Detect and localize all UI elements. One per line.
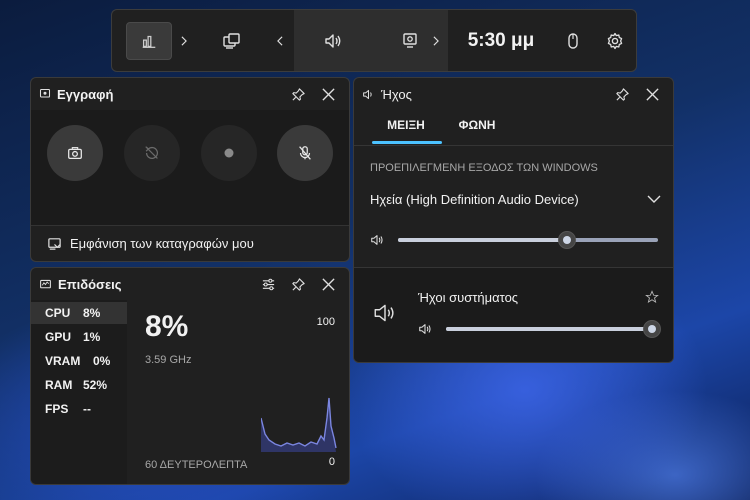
start-recording-button[interactable] xyxy=(201,125,257,181)
volume-icon xyxy=(371,235,383,245)
graph-axis-min: 0 xyxy=(328,456,335,468)
cpu-usage-graph xyxy=(261,397,337,452)
stat-value: 0% xyxy=(93,354,111,368)
chevron-right-icon[interactable] xyxy=(174,10,194,71)
mic-toggle-button[interactable] xyxy=(277,125,333,181)
system-sounds-label: Ήχοι συστήματος xyxy=(418,290,519,305)
stat-value: -- xyxy=(83,402,91,416)
audio-tabs: ΜΕΙΞΗ ΦΩΝΗ xyxy=(354,110,673,146)
record-panel: Εγγραφή Εμφάνιση των καταγραφών μου xyxy=(30,77,350,262)
system-sounds-icon xyxy=(374,304,394,322)
gear-icon xyxy=(607,32,623,49)
default-output-label: ΠΡΟΕΠΙΛΕΓΜΕΝΗ ΕΞΟΔΟΣ ΤΩΝ WINDOWS xyxy=(370,162,598,174)
slider-thumb[interactable] xyxy=(558,231,576,249)
stat-row-cpu[interactable]: CPU 8% xyxy=(31,302,127,324)
pin-icon xyxy=(615,87,629,101)
performance-panel: Επιδόσεις CPU 8% GPU 1% VRAM 0% RAM 52% FPS -… xyxy=(30,267,350,485)
performance-options-button[interactable] xyxy=(255,271,281,297)
close-icon xyxy=(321,277,335,291)
pin-button[interactable] xyxy=(609,81,635,107)
stat-row-fps[interactable]: FPS -- xyxy=(31,398,127,420)
widget-menu-button[interactable] xyxy=(126,10,172,71)
stat-value: 8% xyxy=(83,306,101,320)
close-button[interactable] xyxy=(315,271,341,297)
stat-label: CPU xyxy=(45,306,71,320)
record-widget-icon xyxy=(39,88,51,98)
divider xyxy=(354,145,673,146)
tab-mix[interactable]: ΜΕΙΞΗ xyxy=(372,110,440,140)
slider-fill xyxy=(446,327,652,331)
audio-title: Ήχος xyxy=(381,86,412,102)
performance-title: Επιδόσεις xyxy=(58,276,122,292)
tab-voice[interactable]: ΦΩΝΗ xyxy=(450,110,504,140)
screenshot-button[interactable] xyxy=(47,125,103,181)
stat-row-ram[interactable]: RAM 52% xyxy=(31,374,127,396)
sliders-icon xyxy=(262,278,274,290)
tab-underline xyxy=(372,141,442,144)
monitor-icon xyxy=(403,32,417,48)
clock: 5:30 μμ xyxy=(460,10,542,71)
performance-widget-icon xyxy=(40,279,51,288)
record-title: Εγγραφή xyxy=(57,86,114,102)
volume-icon xyxy=(419,324,431,334)
stat-value: 52% xyxy=(83,378,108,392)
settings-button[interactable] xyxy=(600,10,630,71)
output-device-dropdown[interactable]: Ηχεία (High Definition Audio Device) xyxy=(370,186,662,212)
mouse-button[interactable] xyxy=(558,10,588,71)
capture-widget-icon xyxy=(223,32,240,49)
output-device-value: Ηχεία (High Definition Audio Device) xyxy=(370,191,579,207)
graph-axis-max: 100 xyxy=(316,316,335,328)
close-button[interactable] xyxy=(639,81,665,107)
stat-label: FPS xyxy=(45,402,69,416)
show-captures-label: Εμφάνιση των καταγραφών μου xyxy=(70,235,254,251)
record-last-30s-button[interactable] xyxy=(124,125,180,181)
game-bar-toolbar: 5:30 μμ xyxy=(111,9,637,72)
pin-icon xyxy=(291,277,305,291)
stat-label: VRAM xyxy=(45,354,81,368)
audio-widget-button[interactable] xyxy=(294,10,372,71)
home-widget-icon xyxy=(126,21,172,60)
pin-button[interactable] xyxy=(285,271,311,297)
close-button[interactable] xyxy=(315,81,341,107)
chevron-down-icon xyxy=(647,195,661,203)
stat-label: RAM xyxy=(45,378,73,392)
slider-fill xyxy=(398,238,567,242)
pin-button[interactable] xyxy=(285,81,311,107)
stat-value: 1% xyxy=(83,330,101,344)
performance-header: Επιδόσεις xyxy=(31,268,349,300)
close-icon xyxy=(645,87,659,101)
chevron-left-icon[interactable] xyxy=(270,10,290,71)
system-volume-slider[interactable] xyxy=(446,317,661,341)
stat-label: GPU xyxy=(45,330,72,344)
master-volume-slider[interactable] xyxy=(398,228,658,252)
record-header: Εγγραφή xyxy=(31,78,349,110)
capture-widget-button[interactable] xyxy=(214,10,248,71)
divider xyxy=(31,225,349,226)
cpu-frequency: 3.59 GHz xyxy=(145,354,192,366)
speaker-icon xyxy=(325,33,341,48)
audio-panel: Ήχος ΜΕΙΞΗ ΦΩΝΗ ΠΡΟΕΠΙΛΕΓΜΕΝΗ ΕΞΟΔΟΣ ΤΩΝ… xyxy=(353,77,674,363)
mouse-icon xyxy=(568,32,578,49)
stats-list: CPU 8% GPU 1% VRAM 0% RAM 52% FPS -- xyxy=(31,300,127,484)
star-icon[interactable] xyxy=(645,290,659,304)
record-dot-icon xyxy=(224,148,234,158)
system-sounds-row xyxy=(354,268,673,362)
stat-row-vram[interactable]: VRAM 0% xyxy=(31,350,127,372)
cpu-big-value: 8% xyxy=(145,310,189,343)
graph-time-window: 60 ΔΕΥΤΕΡΟΛΕΠΤΑ xyxy=(145,459,248,471)
close-icon xyxy=(321,87,335,101)
stat-row-gpu[interactable]: GPU 1% xyxy=(31,326,127,348)
pin-icon xyxy=(291,87,305,101)
slider-thumb[interactable] xyxy=(643,320,661,338)
audio-header: Ήχος xyxy=(354,78,673,110)
speaker-icon xyxy=(363,89,372,99)
gallery-icon xyxy=(48,237,61,250)
time-display: 5:30 μμ xyxy=(467,29,535,51)
mic-off-icon xyxy=(299,146,311,160)
chevron-right-icon[interactable] xyxy=(426,10,446,71)
show-captures-link[interactable]: Εμφάνιση των καταγραφών μου xyxy=(47,232,254,254)
camera-icon xyxy=(68,147,82,160)
replay-icon xyxy=(145,146,159,159)
